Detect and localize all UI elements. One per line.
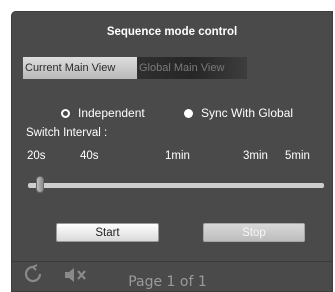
- interval-tick-5min: 5min: [285, 150, 310, 162]
- radio-independent[interactable]: Independent: [61, 104, 145, 122]
- interval-slider-thumb[interactable]: [36, 176, 44, 193]
- interval-tick-1min: 1min: [165, 150, 190, 162]
- interval-tick-40s: 40s: [80, 150, 99, 162]
- start-button[interactable]: Start: [56, 223, 159, 242]
- interval-slider-track[interactable]: [28, 183, 324, 188]
- radio-unselected-icon: [184, 108, 193, 118]
- stop-button[interactable]: Stop: [203, 223, 305, 242]
- mode-radio-group: Independent Sync With Global: [11, 104, 333, 122]
- sequence-mode-panel: Sequence mode control Current Main View …: [11, 11, 333, 292]
- panel-title: Sequence mode control: [106, 26, 238, 38]
- interval-tick-20s: 20s: [27, 150, 46, 162]
- tab-global-main-view[interactable]: Global Main View: [137, 57, 247, 79]
- switch-interval-label: Switch Interval :: [26, 127, 108, 139]
- radio-selected-icon: [61, 108, 70, 118]
- radio-sync-label: Sync With Global: [201, 106, 294, 120]
- page-indicator: Page 1 of 1: [128, 274, 207, 290]
- radio-independent-label: Independent: [78, 106, 145, 120]
- interval-tick-3min: 3min: [243, 150, 268, 162]
- radio-sync-with-global[interactable]: Sync With Global: [184, 104, 293, 122]
- view-tabs: Current Main View Global Main View: [23, 57, 333, 79]
- footer-divider: [11, 261, 333, 262]
- tab-current-main-view[interactable]: Current Main View: [23, 57, 137, 79]
